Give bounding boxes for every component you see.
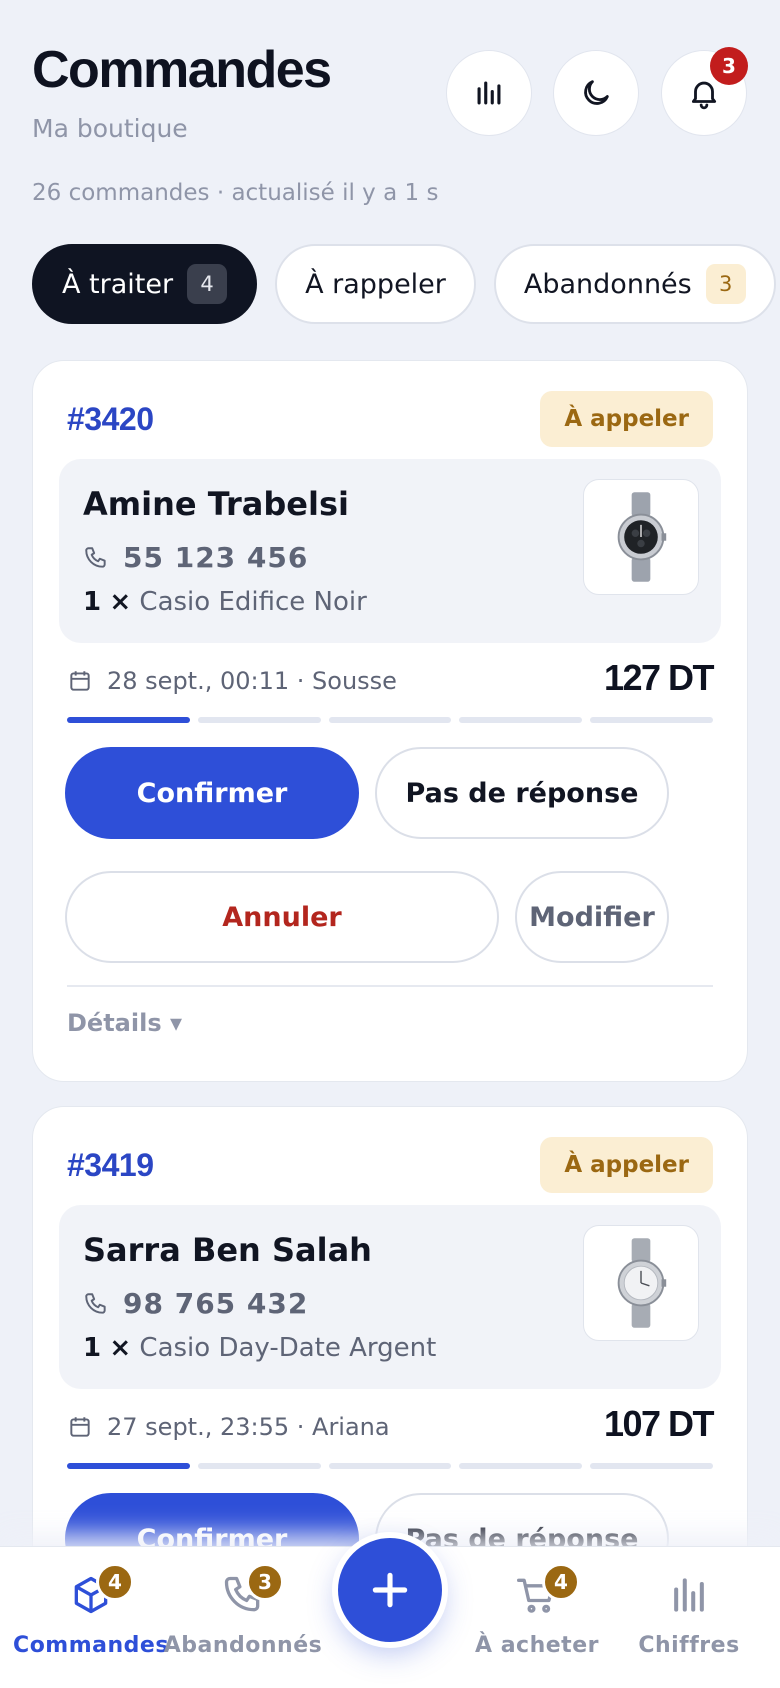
- dark-mode-toggle[interactable]: [553, 50, 639, 136]
- nav-label: Commandes: [13, 1633, 169, 1658]
- progress-segment: [590, 1463, 713, 1469]
- nav-label: Abandonnés: [163, 1633, 323, 1658]
- progress-segment: [328, 1463, 452, 1469]
- progress-segment: [67, 717, 190, 723]
- order-item: 1 × Casio Day-Date Argent: [83, 1333, 436, 1363]
- nav-label: À acheter: [475, 1633, 599, 1658]
- order-item: 1 × Casio Edifice Noir: [83, 587, 367, 617]
- item-qty: 1: [83, 1333, 102, 1363]
- page-header: Commandes Ma boutique: [32, 40, 748, 143]
- order-progress: [67, 717, 713, 723]
- shop-name: Ma boutique: [32, 114, 188, 143]
- order-number[interactable]: #3420: [67, 401, 154, 438]
- watch-image: [617, 1238, 667, 1328]
- plus-icon: [372, 1572, 408, 1608]
- tab-count-badge: 4: [187, 264, 228, 304]
- bar-chart-icon: [477, 81, 501, 105]
- orders-meta: 26 commandes · actualisé il y a 1 s: [32, 180, 439, 206]
- divider: [67, 985, 713, 987]
- item-times: ×: [109, 1333, 132, 1363]
- phone-number: 98 765 432: [123, 1287, 309, 1320]
- calendar-icon: [70, 1417, 90, 1437]
- order-date-city: 28 sept., 00:11 · Sousse: [107, 667, 397, 695]
- page-title: Commandes: [32, 41, 332, 99]
- nav-badge: 4: [542, 1563, 580, 1601]
- order-price: 107 DT: [603, 1403, 715, 1444]
- edit-button[interactable]: Modifier: [515, 871, 669, 963]
- order-card: #3420 À appeler Amine Trabelsi 55 123 45…: [32, 360, 748, 1082]
- progress-segment: [67, 1463, 190, 1469]
- nav-item-a-acheter[interactable]: 4 À acheter: [452, 1563, 622, 1658]
- no-answer-button[interactable]: Pas de réponse: [375, 747, 669, 839]
- order-date-city: 27 sept., 23:55 · Ariana: [107, 1413, 390, 1441]
- phone-icon: [85, 546, 106, 568]
- order-progress: [67, 1463, 713, 1469]
- tab-label: À traiter: [62, 268, 174, 300]
- customer-phone[interactable]: 98 765 432: [83, 1287, 308, 1320]
- product-thumbnail: [583, 479, 699, 595]
- progress-segment: [459, 717, 583, 723]
- customer-box: Amine Trabelsi 55 123 456 1 × Casio Edif…: [59, 459, 721, 643]
- nav-label: Chiffres: [638, 1633, 740, 1658]
- nav-item-chiffres[interactable]: Chiffres: [604, 1573, 774, 1658]
- customer-phone[interactable]: 55 123 456: [83, 541, 308, 574]
- bell-icon: [691, 81, 717, 110]
- confirm-button[interactable]: Confirmer: [65, 747, 359, 839]
- item-qty: 1: [83, 587, 102, 617]
- product-thumbnail: [583, 1225, 699, 1341]
- progress-segment: [197, 1463, 321, 1469]
- tab-a-rappeler[interactable]: À rappeler: [275, 244, 476, 324]
- details-toggle[interactable]: Détails ▾: [67, 1009, 182, 1037]
- tab-label: À rappeler: [305, 268, 446, 300]
- calendar-icon: [70, 671, 90, 691]
- tab-label: Abandonnés: [523, 268, 692, 300]
- customer-box: Sarra Ben Salah 98 765 432 1 × Casio Day…: [59, 1205, 721, 1389]
- cancel-button[interactable]: Annuler: [65, 871, 499, 963]
- phone-number: 55 123 456: [123, 541, 309, 574]
- progress-segment: [459, 1463, 583, 1469]
- filter-tabs: À traiter 4 À rappeler Abandonnés 3: [32, 244, 776, 324]
- progress-segment: [590, 717, 713, 723]
- progress-segment: [197, 717, 321, 723]
- nav-badge: 3: [246, 1563, 284, 1601]
- order-price: 127 DT: [603, 657, 715, 698]
- notifications-button[interactable]: 3: [661, 47, 748, 136]
- nav-item-commandes[interactable]: 4 Commandes: [6, 1563, 176, 1658]
- order-number[interactable]: #3419: [67, 1147, 154, 1184]
- order-date-line: 28 sept., 00:11 · Sousse: [67, 667, 397, 695]
- customer-name: Amine Trabelsi: [83, 485, 349, 523]
- stats-button[interactable]: [446, 50, 532, 136]
- progress-segment: [328, 717, 452, 723]
- tab-count-badge: 3: [705, 264, 746, 304]
- tab-a-traiter[interactable]: À traiter 4: [32, 244, 258, 324]
- phone-icon: [85, 1292, 106, 1314]
- nav-badge: 4: [96, 1563, 134, 1601]
- status-badge: À appeler: [540, 1137, 713, 1193]
- watch-image: [617, 492, 667, 582]
- bar-chart-icon: [674, 1578, 704, 1612]
- item-times: ×: [109, 587, 132, 617]
- status-badge: À appeler: [540, 391, 713, 447]
- nav-item-abandonnes[interactable]: 3 Abandonnés: [158, 1563, 328, 1658]
- notification-count-badge: 3: [710, 47, 748, 85]
- item-product: Casio Edifice Noir: [139, 587, 367, 617]
- order-date-line: 27 sept., 23:55 · Ariana: [67, 1413, 390, 1441]
- item-product: Casio Day-Date Argent: [139, 1333, 437, 1363]
- add-order-button[interactable]: [338, 1538, 442, 1642]
- tab-abandonnes[interactable]: Abandonnés 3: [493, 244, 776, 324]
- customer-name: Sarra Ben Salah: [83, 1231, 372, 1269]
- moon-icon: [584, 80, 609, 105]
